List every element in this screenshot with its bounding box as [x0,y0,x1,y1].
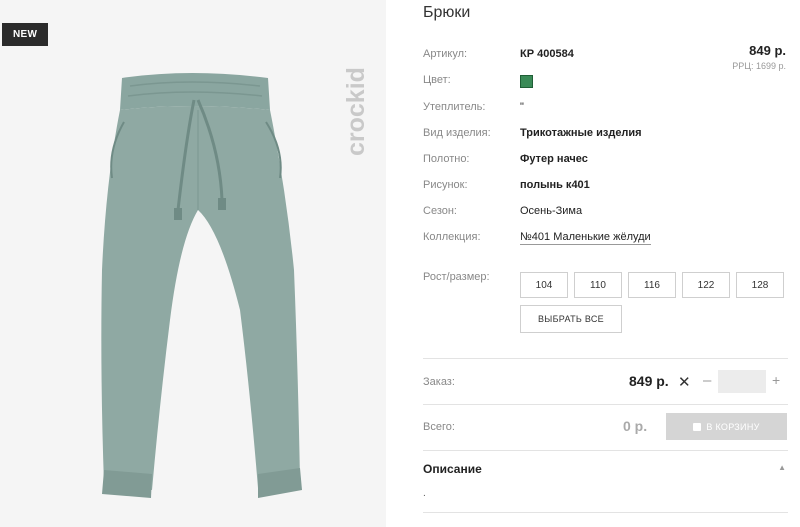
brand-logo: crockid [342,67,370,156]
cart-icon [693,422,702,431]
size-button-116[interactable]: 116 [628,272,676,298]
sizes-label: Рост/размер: [423,271,490,283]
spec-value: " [520,101,524,113]
total-label: Всего: [423,421,455,433]
spec-label: Вид изделия: [423,127,491,139]
divider [423,358,788,359]
spec-value: полынь к401 [520,179,590,191]
divider [423,450,788,451]
multiply-icon: ✕ [678,374,691,391]
size-button-110[interactable]: 110 [574,272,622,298]
spec-value [519,74,534,89]
spec-value: Трикотажные изделия [520,127,642,139]
brand-logo-text: crockid [342,67,370,156]
add-to-cart-label: В КОРЗИНУ [706,421,760,432]
caret-up-icon[interactable]: ▲ [778,463,786,472]
quantity-increase-button[interactable]: + [772,372,780,388]
spec-label: Рисунок: [423,179,468,191]
collection-link[interactable]: №401 Маленькие жёлуди [520,231,651,245]
size-button-122[interactable]: 122 [682,272,730,298]
color-swatch[interactable] [519,74,534,89]
select-all-button[interactable]: ВЫБРАТЬ ВСЕ [520,305,622,333]
spec-value: КР 400584 [520,48,574,60]
product-title: Брюки [423,4,471,21]
description-toggle[interactable]: Описание [423,462,482,476]
product-info: Брюки 849 р. РРЦ: 1699 р. Артикул: КР 40… [423,0,788,527]
size-button-104[interactable]: 104 [520,272,568,298]
divider [423,404,788,405]
new-badge: NEW [2,23,49,46]
quantity-decrease-button[interactable]: – [703,372,711,389]
add-to-cart-button[interactable]: В КОРЗИНУ [666,413,787,440]
spec-label: Коллекция: [423,231,481,243]
order-price: 849 р. [629,373,669,389]
pants-image [101,73,302,498]
spec-value: Футер начес [520,153,588,165]
size-options: 104 110 116 122 128 [520,272,784,298]
quantity-input[interactable] [718,370,766,393]
product-image[interactable]: NEW crockid [0,0,386,527]
description-text: . [423,488,426,499]
order-label: Заказ: [423,376,455,388]
spec-label: Сезон: [423,205,457,217]
product-price: 849 р. [749,43,786,58]
total-value: 0 р. [623,418,648,434]
recommended-retail-price: РРЦ: 1699 р. [732,61,786,71]
size-button-128[interactable]: 128 [736,272,784,298]
divider [423,512,788,513]
spec-label: Артикул: [423,48,468,60]
spec-label: Полотно: [423,153,470,165]
spec-value: Осень-Зима [520,205,583,217]
spec-label: Утеплитель: [423,101,486,113]
spec-label: Цвет: [423,74,451,86]
